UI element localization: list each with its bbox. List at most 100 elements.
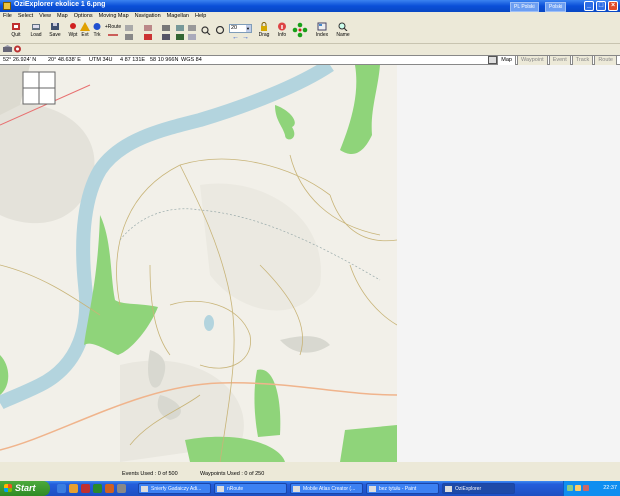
taskbar-item[interactable]: Snierfy Gadaiczy Adi...	[138, 483, 211, 494]
chevron-down-icon: ▼	[246, 25, 251, 32]
route-button[interactable]: +Route	[104, 22, 122, 42]
save-label: Save	[49, 32, 61, 38]
window-icon	[445, 486, 452, 492]
taskbar-item-label: Snierfy Gadaiczy Adi...	[151, 486, 202, 492]
events-used: Events Used : 0 of 500	[122, 471, 178, 477]
taskbar-item[interactable]: nRoute	[214, 483, 287, 494]
map-list-icon[interactable]	[125, 34, 133, 40]
grid-icon[interactable]	[125, 25, 133, 31]
menu-select[interactable]: Select	[15, 12, 36, 21]
tray-volume-icon[interactable]	[575, 485, 581, 491]
window-icon	[369, 486, 376, 492]
map-canvas[interactable]	[0, 65, 397, 462]
secondary-toolbar	[0, 43, 620, 55]
utm-zone-readout: UTM 34U	[89, 57, 113, 63]
maximize-button[interactable]: □	[596, 1, 606, 11]
menu-navigation[interactable]: Navigation	[132, 12, 164, 21]
lock-icon	[261, 22, 267, 31]
menu-map[interactable]: Map	[54, 12, 71, 21]
save-icon	[51, 23, 59, 30]
tray-network-icon[interactable]	[567, 485, 573, 491]
gps-connect-icon[interactable]	[13, 45, 22, 53]
waypoint-icon	[70, 23, 76, 29]
taskbar-item-label: Mobile Atlas Creator (...	[303, 486, 356, 492]
menu-help[interactable]: Help	[192, 12, 209, 21]
window-icon	[293, 486, 300, 492]
quit-button[interactable]: Quit	[8, 22, 24, 42]
track-button[interactable]: Trk	[91, 22, 103, 42]
zoom-level-select[interactable]: 20 ▼	[229, 24, 252, 33]
zoom-out-arrow-icon[interactable]: →	[242, 34, 249, 41]
minimize-button[interactable]: _	[584, 1, 594, 11]
drag-button[interactable]: Drag	[256, 22, 272, 42]
language-indicator[interactable]: PL Polski	[510, 2, 539, 12]
menu-magellan[interactable]: Magellan	[164, 12, 192, 21]
zoom-find-button[interactable]	[200, 22, 212, 42]
track-icon	[93, 23, 101, 30]
load-icon	[32, 24, 40, 30]
move-map-button[interactable]	[291, 22, 309, 42]
window-title: OziExplorer ekolice 1 6.png	[14, 1, 106, 8]
save-button[interactable]: Save	[46, 22, 64, 42]
quit-icon	[12, 23, 20, 30]
usage-status-bar: Events Used : 0 of 500 Waypoints Used : …	[0, 470, 620, 479]
taskbar-item-label: nRoute	[227, 486, 244, 492]
data-tabs: Map Waypoint Event Track Route	[496, 55, 617, 66]
quit-label: Quit	[11, 32, 21, 38]
properties-icon[interactable]	[188, 34, 196, 40]
magnifier-icon	[201, 26, 211, 35]
menu-file[interactable]: File	[0, 12, 15, 21]
waypoint-button[interactable]: Wpt	[67, 22, 79, 42]
measure-icon[interactable]	[144, 34, 152, 40]
event-button[interactable]: Evt	[79, 22, 91, 42]
keyboard-layout-indicator[interactable]: Polski	[545, 2, 567, 12]
index-label: Index	[315, 32, 329, 38]
info-button[interactable]: Info	[274, 22, 290, 42]
northing-readout: 58 10 966N	[150, 57, 179, 63]
event-icon	[80, 22, 90, 31]
route-label: +Route	[104, 24, 122, 30]
menu-bar: File Select View Map Options Moving Map Naviga…	[0, 12, 620, 21]
close-button[interactable]: ×	[608, 1, 618, 11]
index-button[interactable]: Index	[313, 22, 331, 42]
zoom-icon	[215, 26, 225, 35]
map-pan-control[interactable]	[22, 71, 56, 105]
taskbar-item-active[interactable]: OziExplorer	[442, 483, 515, 494]
load-label: Load	[30, 32, 42, 38]
zoom-in-arrow-icon[interactable]: ←	[232, 34, 239, 41]
quicklaunch-app-icon[interactable]	[93, 484, 102, 493]
zoom-level-value: 20	[231, 25, 238, 31]
quicklaunch-app-icon[interactable]	[81, 484, 90, 493]
main-toolbar: Quit Load Save Wpt Evt Trk +Route 20 ▼ ← …	[0, 21, 620, 44]
menu-moving-map[interactable]: Moving Map	[96, 12, 132, 21]
compass-icon[interactable]	[176, 25, 184, 31]
gps-icon[interactable]	[176, 34, 184, 40]
print-icon[interactable]	[188, 25, 196, 31]
app-icon	[3, 2, 11, 10]
datum-readout: WGS 84	[181, 57, 202, 63]
load-button[interactable]: Load	[28, 22, 44, 42]
map-image[interactable]	[0, 65, 397, 462]
taskbar: Start Snierfy Gadaiczy Adi... nRoute Mob…	[0, 481, 620, 496]
names-icon[interactable]	[162, 25, 170, 31]
quicklaunch-app-icon[interactable]	[105, 484, 114, 493]
taskbar-item[interactable]: bez tytułu - Paint	[366, 483, 439, 494]
title-bar: OziExplorer ekolice 1 6.png PL Polski Po…	[0, 0, 620, 12]
quicklaunch-app-icon[interactable]	[117, 484, 126, 493]
route-icon	[108, 34, 118, 36]
map-nav-icon[interactable]	[3, 45, 12, 53]
taskbar-item[interactable]: Mobile Atlas Creator (...	[290, 483, 363, 494]
trip-icon[interactable]	[144, 25, 152, 31]
show-desktop-icon[interactable]	[57, 484, 66, 493]
snapshot-icon[interactable]	[162, 34, 170, 40]
name-label: Name	[336, 32, 350, 38]
start-button[interactable]: Start	[0, 481, 50, 496]
name-search-button[interactable]: Name	[334, 22, 352, 42]
window-icon	[217, 486, 224, 492]
clock: 22:37	[603, 485, 617, 491]
menu-view[interactable]: View	[36, 12, 54, 21]
menu-options[interactable]: Options	[71, 12, 96, 21]
tray-security-icon[interactable]	[583, 485, 589, 491]
zoom-in-out-button[interactable]	[214, 22, 226, 42]
firefox-icon[interactable]	[69, 484, 78, 493]
